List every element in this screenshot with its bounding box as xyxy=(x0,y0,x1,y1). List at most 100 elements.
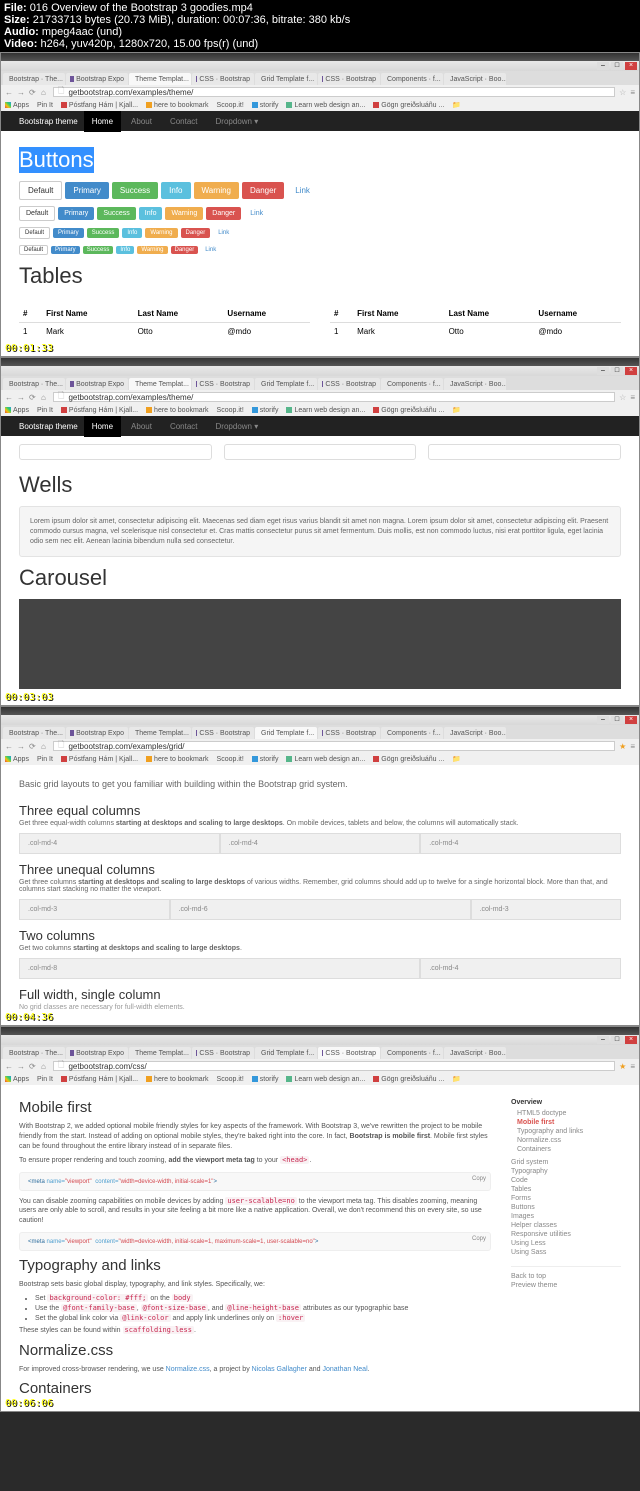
window-minimize[interactable]: – xyxy=(597,367,609,375)
browser-tab[interactable]: CSS · Bootstrap xyxy=(192,378,254,390)
carousel[interactable] xyxy=(19,599,621,689)
browser-tab[interactable]: Bootstrap · The... xyxy=(3,727,65,739)
primary-button[interactable]: Primary xyxy=(65,182,109,199)
browser-tab[interactable]: Bootstrap Expo xyxy=(66,73,128,85)
nav-dropdown[interactable]: Dropdown ▾ xyxy=(208,416,267,437)
browser-tab[interactable]: Grid Template f... xyxy=(255,378,317,390)
menu-icon[interactable]: ≡ xyxy=(630,742,635,751)
bookmark-item[interactable]: Gögn greiðsluáñu ... xyxy=(373,756,444,763)
bookmark-item[interactable]: Learn web design an... xyxy=(286,407,365,414)
browser-tab-active[interactable]: Grid Template f... xyxy=(255,727,317,739)
link-button[interactable]: Link xyxy=(244,207,269,220)
info-button[interactable]: Info xyxy=(116,246,134,254)
reload-icon[interactable]: ⟳ xyxy=(29,742,37,750)
bookmark-item[interactable]: 📁 xyxy=(452,755,461,763)
window-maximize[interactable]: □ xyxy=(611,62,623,70)
window-close[interactable]: × xyxy=(625,1036,637,1044)
warning-button[interactable]: Warning xyxy=(194,182,240,199)
menu-icon[interactable]: ≡ xyxy=(630,1062,635,1071)
bookmark-item[interactable]: Learn web design an... xyxy=(286,756,365,763)
success-button[interactable]: Success xyxy=(83,246,114,254)
url-input[interactable]: 🗋getbootstrap.com/examples/grid/ xyxy=(53,741,615,751)
bookmark-item[interactable]: Learn web design an... xyxy=(286,102,365,109)
bookmark-item[interactable]: Scoop.it! xyxy=(217,407,244,414)
copy-button[interactable]: Copy xyxy=(472,1236,486,1242)
browser-tab-active[interactable]: Theme Templat... xyxy=(129,378,191,390)
browser-tab[interactable]: Bootstrap · The... xyxy=(3,1047,65,1059)
info-button[interactable]: Info xyxy=(161,182,190,199)
bookmark-item[interactable]: storify xyxy=(252,102,279,109)
bookmark-item[interactable]: Gögn greiðsluáñu ... xyxy=(373,1076,444,1083)
primary-button[interactable]: Primary xyxy=(58,207,94,220)
browser-tab[interactable]: CSS · Bootstrap xyxy=(192,1047,254,1059)
default-button[interactable]: Default xyxy=(19,245,48,255)
browser-tab[interactable]: JavaScript · Boo... xyxy=(444,378,506,390)
window-minimize[interactable]: – xyxy=(597,716,609,724)
home-icon[interactable]: ⌂ xyxy=(41,742,49,750)
browser-tab[interactable]: Components · f... xyxy=(381,1047,443,1059)
browser-tab[interactable]: Components · f... xyxy=(381,73,443,85)
browser-tab[interactable]: Bootstrap Expo xyxy=(66,727,128,739)
nav-dropdown[interactable]: Dropdown ▾ xyxy=(208,111,267,132)
apps-button[interactable]: Apps xyxy=(5,1076,29,1083)
sidebar-link[interactable]: Helper classes xyxy=(511,1222,621,1229)
browser-tab[interactable]: JavaScript · Boo... xyxy=(444,727,506,739)
browser-tab[interactable]: JavaScript · Boo... xyxy=(444,73,506,85)
danger-button[interactable]: Danger xyxy=(242,182,284,199)
back-to-top-link[interactable]: Back to top xyxy=(511,1273,621,1280)
bookmark-item[interactable]: Pin It xyxy=(37,1076,53,1083)
bookmark-item[interactable]: here to bookmark xyxy=(146,407,208,414)
back-icon[interactable]: ← xyxy=(5,1062,13,1070)
bookmark-item[interactable]: Pin It xyxy=(37,756,53,763)
navbar-brand[interactable]: Bootstrap theme xyxy=(19,117,78,126)
window-close[interactable]: × xyxy=(625,62,637,70)
bookmark-item[interactable]: storify xyxy=(252,1076,279,1083)
url-input[interactable]: 🗋getbootstrap.com/examples/theme/ xyxy=(53,87,615,97)
nav-home[interactable]: Home xyxy=(84,416,121,437)
default-button[interactable]: Default xyxy=(19,206,55,221)
apps-button[interactable]: Apps xyxy=(5,102,29,109)
bookmark-item[interactable]: storify xyxy=(252,756,279,763)
reload-icon[interactable]: ⟳ xyxy=(29,393,37,401)
link-button[interactable]: Link xyxy=(201,246,220,254)
nav-contact[interactable]: Contact xyxy=(162,111,206,132)
nav-about[interactable]: About xyxy=(123,416,160,437)
nav-contact[interactable]: Contact xyxy=(162,416,206,437)
bookmark-item[interactable]: Gögn greiðsluáñu ... xyxy=(373,102,444,109)
sidebar-link-active[interactable]: Mobile first xyxy=(517,1119,621,1126)
sidebar-link[interactable]: Containers xyxy=(517,1146,621,1153)
bookmark-item[interactable]: Póstfang Hám | Kjall... xyxy=(61,407,138,414)
bookmark-item[interactable]: Learn web design an... xyxy=(286,1076,365,1083)
nav-about[interactable]: About xyxy=(123,111,160,132)
browser-tab[interactable]: Bootstrap · The... xyxy=(3,73,65,85)
home-icon[interactable]: ⌂ xyxy=(41,1062,49,1070)
browser-tab[interactable]: Components · f... xyxy=(381,727,443,739)
warning-button[interactable]: Warning xyxy=(145,228,177,238)
bookmark-star-icon[interactable]: ★ xyxy=(619,1062,626,1071)
default-button[interactable]: Default xyxy=(19,227,50,239)
sidebar-link[interactable]: Typography and links xyxy=(517,1128,621,1135)
bookmark-item[interactable]: here to bookmark xyxy=(146,1076,208,1083)
link-button[interactable]: Link xyxy=(213,228,234,238)
sidebar-link[interactable]: Tables xyxy=(511,1186,621,1193)
warning-button[interactable]: Warning xyxy=(137,246,167,254)
browser-tab[interactable]: Bootstrap · The... xyxy=(3,378,65,390)
bookmark-star-icon[interactable]: ★ xyxy=(619,742,626,751)
sidebar-heading[interactable]: Overview xyxy=(511,1099,621,1106)
default-button[interactable]: Default xyxy=(19,181,62,200)
browser-tab[interactable]: Bootstrap Expo xyxy=(66,1047,128,1059)
bookmark-item[interactable]: Scoop.it! xyxy=(217,1076,244,1083)
browser-tab-active[interactable]: CSS · Bootstrap xyxy=(318,1047,380,1059)
bookmark-item[interactable]: Póstfang Hám | Kjall... xyxy=(61,102,138,109)
preview-theme-link[interactable]: Preview theme xyxy=(511,1282,621,1289)
sidebar-link[interactable]: Normalize.css xyxy=(517,1137,621,1144)
sidebar-link[interactable]: Grid system xyxy=(511,1159,621,1166)
forward-icon[interactable]: → xyxy=(17,88,25,96)
sidebar-link[interactable]: Responsive utilities xyxy=(511,1231,621,1238)
sidebar-link[interactable]: Typography xyxy=(511,1168,621,1175)
bookmark-item[interactable]: Scoop.it! xyxy=(217,756,244,763)
bookmark-item[interactable]: here to bookmark xyxy=(146,102,208,109)
sidebar-link[interactable]: Using Sass xyxy=(511,1249,621,1256)
browser-tab[interactable]: Grid Template f... xyxy=(255,73,317,85)
bookmark-item[interactable]: 📁 xyxy=(452,101,461,109)
